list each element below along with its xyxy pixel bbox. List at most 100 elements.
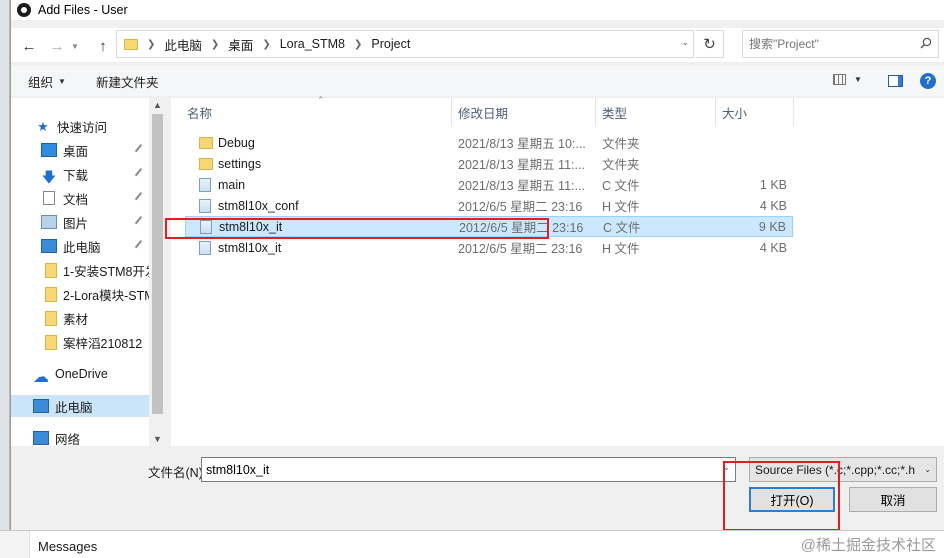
- file-type: C 文件: [602, 179, 640, 193]
- nav-item-label: 2-Lora模块-STM: [63, 288, 149, 303]
- messages-gutter: [0, 531, 30, 558]
- new-folder-button[interactable]: 新建文件夹: [96, 72, 159, 91]
- help-icon[interactable]: ?: [920, 73, 936, 89]
- file-row[interactable]: stm8l10x_it 2012/6/5 星期二 23:16 H 文件 4 KB: [185, 237, 793, 258]
- nav-item-desktop[interactable]: 桌面: [11, 139, 149, 161]
- file-icon: [199, 177, 211, 192]
- search-box[interactable]: [742, 30, 939, 58]
- file-row[interactable]: Debug 2021/8/13 星期五 10:... 文件夹: [185, 132, 793, 153]
- watermark: @稀土掘金技术社区: [800, 537, 936, 554]
- search-input[interactable]: [749, 37, 909, 51]
- file-date: 2021/8/13 星期五 10:...: [458, 137, 586, 151]
- nav-scrollbar[interactable]: ▲ ▼: [149, 98, 166, 446]
- pc-icon: [41, 239, 57, 253]
- column-header-label: 修改日期: [458, 106, 509, 121]
- file-name: stm8l10x_conf: [218, 198, 299, 213]
- preview-pane-icon[interactable]: [888, 75, 903, 87]
- column-header-name[interactable]: 名称 ⌃: [171, 95, 452, 126]
- chevron-right-icon[interactable]: ❯: [262, 39, 270, 50]
- column-header-size[interactable]: 大小: [716, 98, 794, 126]
- file-size: 1 KB: [759, 177, 787, 192]
- nav-item-label: OneDrive: [55, 367, 108, 381]
- messages-label: Messages: [38, 539, 98, 554]
- folder-icon: [45, 286, 57, 302]
- file-type: 文件夹: [602, 137, 640, 151]
- sort-ascending-icon: ⌃: [317, 95, 325, 105]
- nav-item-label: 文档: [63, 192, 89, 207]
- nav-item-label: 下载: [63, 168, 89, 183]
- filename-label: 文件名(N):: [148, 466, 207, 480]
- pin-icon: [134, 144, 146, 155]
- nav-item-folder-materials[interactable]: 素材: [11, 307, 149, 329]
- caret-down-icon: ▼: [58, 76, 66, 86]
- file-type: H 文件: [602, 242, 640, 256]
- file-name: stm8l10x_it: [218, 240, 282, 255]
- nav-item-documents[interactable]: 文档: [11, 187, 149, 209]
- nav-item-label: 此电脑: [55, 400, 93, 415]
- nav-item-label: 快速访问: [57, 120, 108, 135]
- scroll-down-icon[interactable]: ▼: [153, 434, 162, 444]
- file-list: 名称 ⌃ 修改日期 类型 大小 Debug 2021/8/13 星期五 10:.…: [171, 95, 944, 446]
- up-arrow-icon[interactable]: ↑: [93, 36, 113, 56]
- folder-icon: [199, 157, 213, 170]
- file-size: 4 KB: [759, 240, 787, 255]
- cancel-button[interactable]: 取消: [849, 487, 937, 512]
- nav-item-quick-access[interactable]: ★ 快速访问: [11, 115, 149, 137]
- navigation-pane: ★ 快速访问 桌面 🡇 下载 文档 图片 此电脑 1-安装STM8开发 2-Lo…: [11, 98, 166, 449]
- file-row[interactable]: settings 2021/8/13 星期五 11:... 文件夹: [185, 153, 793, 174]
- nav-item-label: 案梓滔210812: [63, 336, 143, 351]
- nav-item-network[interactable]: 网络: [11, 427, 149, 449]
- nav-item-folder-install-stm8[interactable]: 1-安装STM8开发: [11, 259, 149, 281]
- organize-button[interactable]: 组织 ▼: [28, 72, 66, 91]
- nav-item-this-pc[interactable]: 此电脑: [11, 395, 149, 417]
- nav-item-label: 1-安装STM8开发: [63, 264, 149, 279]
- scroll-thumb[interactable]: [152, 114, 163, 414]
- chevron-right-icon[interactable]: ❯: [147, 39, 155, 50]
- file-row[interactable]: main 2021/8/13 星期五 11:... C 文件 1 KB: [185, 174, 793, 195]
- file-type: H 文件: [602, 200, 640, 214]
- refresh-icon[interactable]: ↻: [696, 30, 724, 58]
- nav-item-folder-210812[interactable]: 案梓滔210812: [11, 331, 149, 353]
- column-header-date[interactable]: 修改日期: [452, 98, 596, 126]
- forward-arrow-icon[interactable]: →: [47, 36, 67, 56]
- star-icon: ★: [37, 119, 49, 134]
- chevron-down-icon[interactable]: ⌄: [681, 37, 689, 48]
- chevron-right-icon[interactable]: ❯: [354, 39, 362, 50]
- breadcrumb-this-pc[interactable]: 此电脑: [164, 35, 202, 54]
- nav-item-label: 桌面: [63, 144, 89, 159]
- nav-item-onedrive[interactable]: ☁ OneDrive: [11, 363, 149, 385]
- scroll-up-icon[interactable]: ▲: [153, 100, 162, 110]
- file-size: 9 KB: [758, 219, 786, 234]
- nav-item-this-pc-quick[interactable]: 此电脑: [11, 235, 149, 257]
- highlight-open-button: [723, 461, 840, 531]
- back-arrow-icon[interactable]: ←: [19, 36, 39, 56]
- file-type: C 文件: [603, 221, 641, 235]
- pin-icon: [134, 240, 146, 251]
- search-icon[interactable]: [920, 37, 932, 49]
- pin-icon: [134, 216, 146, 227]
- nav-item-folder-lora-module[interactable]: 2-Lora模块-STM: [11, 283, 149, 305]
- nav-item-label: 此电脑: [63, 240, 101, 255]
- change-view-button[interactable]: ▼: [833, 74, 862, 85]
- folder-icon: [199, 136, 213, 149]
- highlight-selected-file: [165, 218, 549, 239]
- filename-input[interactable]: [201, 457, 736, 482]
- nav-item-pictures[interactable]: 图片: [11, 211, 149, 233]
- chevron-right-icon[interactable]: ❯: [211, 39, 219, 50]
- file-row[interactable]: stm8l10x_conf 2012/6/5 星期二 23:16 H 文件 4 …: [185, 195, 793, 216]
- breadcrumb-lora-stm8[interactable]: Lora_STM8: [280, 37, 345, 51]
- recent-locations-chevron-icon[interactable]: ▼: [69, 36, 81, 56]
- folder-icon: [45, 310, 57, 326]
- nav-item-downloads[interactable]: 🡇 下载: [11, 163, 149, 185]
- pin-icon: [134, 192, 146, 203]
- breadcrumb-project[interactable]: Project: [371, 37, 410, 51]
- address-bar[interactable]: ❯ 此电脑 ❯ 桌面 ❯ Lora_STM8 ❯ Project ⌄: [116, 30, 694, 58]
- breadcrumb-desktop[interactable]: 桌面: [228, 35, 253, 54]
- file-icon: [199, 198, 211, 213]
- column-header-type[interactable]: 类型: [596, 98, 716, 126]
- download-icon: 🡇: [41, 169, 57, 185]
- add-files-dialog: Add Files - User ← → ▼ ↑ ❯ 此电脑 ❯ 桌面 ❯ Lo…: [10, 0, 944, 530]
- folder-icon: [45, 262, 57, 278]
- view-grid-icon: [833, 74, 846, 85]
- host-app-edge: [0, 0, 10, 530]
